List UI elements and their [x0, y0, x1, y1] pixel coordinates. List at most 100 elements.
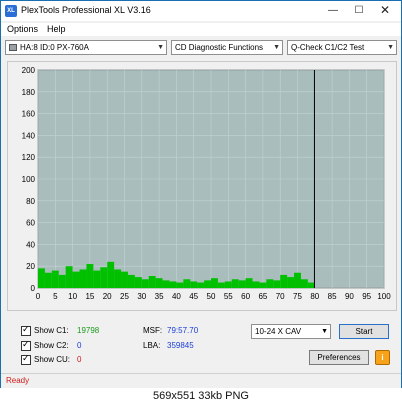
c1-bar [245, 278, 253, 288]
x-tick-label: 75 [293, 292, 302, 301]
app-window: XL PlexTools Professional XL V3.16 — ☐ ✕… [0, 0, 402, 404]
status-text: Ready [6, 376, 30, 385]
show-cu-label: Show CU: [34, 355, 71, 364]
c1-bar [190, 281, 198, 288]
x-tick-label: 50 [207, 292, 216, 301]
show-cu-checkbox[interactable] [21, 353, 31, 365]
drive-icon [9, 44, 17, 51]
x-tick-label: 25 [120, 292, 129, 301]
x-tick-label: 5 [53, 292, 58, 301]
x-tick-label: 20 [103, 292, 112, 301]
x-tick-label: 15 [85, 292, 94, 301]
c1-bar [65, 266, 73, 288]
x-tick-label: 55 [224, 292, 233, 301]
x-tick-label: 90 [345, 292, 354, 301]
x-tick-label: 35 [155, 292, 164, 301]
x-tick-label: 70 [276, 292, 285, 301]
window-title: PlexTools Professional XL V3.16 [21, 5, 151, 15]
c1-bar [155, 278, 163, 288]
y-tick-label: 40 [26, 240, 35, 249]
c1-bar [307, 282, 315, 288]
stats-panel: Show C1: 19798 Show C2: 0 Show CU: 0 MSF… [7, 319, 397, 369]
x-tick-label: 65 [258, 292, 267, 301]
c1-bar [197, 282, 205, 288]
x-tick-label: 100 [377, 292, 391, 301]
chart-panel: 0 20 40 60 80 100 120 140 160 180 200 0 5 10 15 20 25 30 3… [7, 61, 397, 311]
speed-select[interactable]: 10-24 X CAV ▼ [251, 324, 331, 339]
c1-bar [259, 282, 267, 288]
c1-bar [183, 279, 191, 288]
cu-value: 0 [77, 355, 82, 364]
image-caption: 569x551 33kb PNG [0, 388, 402, 404]
c1-bar [100, 267, 108, 288]
c1-bar [93, 270, 101, 288]
x-tick-label: 0 [36, 292, 41, 301]
show-c2-checkbox[interactable] [21, 339, 31, 351]
chevron-down-icon: ▼ [273, 44, 280, 51]
start-button[interactable]: Start [339, 324, 389, 339]
c1-bar [86, 264, 94, 288]
c1-bar [38, 268, 45, 288]
c1-value: 19798 [77, 326, 100, 335]
c1-bar [252, 281, 260, 288]
c1-bar [204, 280, 211, 288]
c1-bar [231, 279, 239, 288]
menu-options[interactable]: Options [7, 24, 38, 34]
msf-label: MSF: [143, 326, 163, 335]
c1-bar [72, 271, 80, 288]
y-tick-label: 80 [26, 197, 35, 206]
chevron-down-icon: ▼ [387, 44, 394, 51]
c1-bar [169, 281, 177, 288]
show-c1-checkbox[interactable] [21, 324, 31, 336]
function-select[interactable]: CD Diagnostic Functions ▼ [171, 40, 283, 55]
title-bar: XL PlexTools Professional XL V3.16 — ☐ ✕ [1, 1, 401, 21]
x-tick-label: 10 [68, 292, 77, 301]
c1-bar [211, 278, 218, 288]
c1-bar [127, 274, 135, 288]
x-tick-label: 95 [362, 292, 371, 301]
speed-select-value: 10-24 X CAV [255, 327, 302, 336]
c1-bar [217, 282, 225, 288]
c1-bar [273, 280, 281, 288]
show-c2-label: Show C2: [34, 341, 69, 350]
toolbar: HA:8 ID:0 PX-760A ▼ CD Diagnostic Functi… [1, 38, 401, 58]
lba-value: 359845 [167, 341, 194, 350]
chevron-down-icon: ▼ [157, 44, 164, 51]
c1-bar [266, 279, 274, 288]
test-select[interactable]: Q-Check C1/C2 Test ▼ [287, 40, 397, 55]
preferences-button[interactable]: Preferences [309, 350, 369, 365]
y-tick-label: 100 [22, 175, 36, 184]
msf-value: 79:57.70 [167, 326, 199, 335]
y-tick-label: 200 [22, 66, 36, 75]
c1-bar [134, 277, 142, 288]
drive-select-value: HA:8 ID:0 PX-760A [20, 43, 89, 52]
c1-bar [238, 280, 246, 288]
maximize-button[interactable]: ☐ [347, 2, 371, 19]
x-tick-label: 80 [310, 292, 319, 301]
info-icon[interactable]: i [375, 350, 390, 365]
c1-bar [224, 281, 232, 288]
c1-bar [121, 271, 128, 288]
c1-bar [294, 272, 301, 288]
c2-value: 0 [77, 341, 82, 350]
c1-bar [287, 277, 295, 288]
c1-bar [280, 274, 288, 288]
close-button[interactable]: ✕ [373, 2, 397, 19]
menu-help[interactable]: Help [47, 24, 66, 34]
c1-bar [107, 261, 115, 288]
show-c1-label: Show C1: [34, 326, 69, 335]
x-tick-label: 45 [189, 292, 198, 301]
c1-bar [58, 274, 66, 288]
y-tick-label: 160 [22, 110, 36, 119]
lba-label: LBA: [143, 341, 161, 350]
menu-bar: Options Help [1, 23, 401, 36]
function-select-value: CD Diagnostic Functions [175, 43, 264, 52]
app-icon: XL [5, 5, 17, 17]
c1-bar [79, 269, 87, 288]
minimize-button[interactable]: — [321, 2, 345, 19]
y-tick-label: 60 [26, 219, 35, 228]
x-tick-label: 30 [137, 292, 146, 301]
drive-select[interactable]: HA:8 ID:0 PX-760A ▼ [5, 40, 167, 55]
c1-bar [176, 282, 184, 288]
chevron-down-icon: ▼ [321, 328, 328, 335]
